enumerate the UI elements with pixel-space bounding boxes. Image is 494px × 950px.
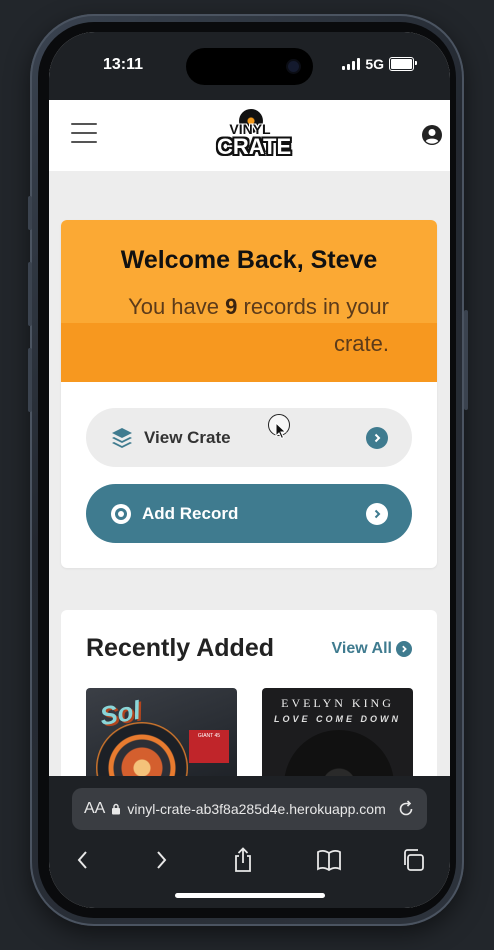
vinyl-crate-logo[interactable]: VINYL CRATE (217, 107, 292, 163)
view-all-link[interactable]: View All (332, 640, 412, 658)
hamburger-menu-icon[interactable] (71, 123, 97, 145)
home-indicator (175, 893, 325, 898)
record-disc-icon (111, 503, 131, 524)
volume-down-button (28, 348, 32, 412)
forward-button[interactable] (147, 846, 175, 874)
welcome-text-prefix: You have (128, 294, 226, 319)
mouse-pointer-icon (275, 422, 287, 440)
camera-icon (288, 61, 299, 72)
view-crate-label: View Crate (144, 427, 231, 447)
welcome-message: You have 9 records in your crate. (101, 288, 389, 362)
network-label: 5G (365, 56, 384, 72)
view-crate-button[interactable]: View Crate (86, 408, 412, 467)
add-record-button[interactable]: Add Record (86, 484, 412, 543)
power-button (464, 310, 468, 410)
status-bar: 13:11 5G (49, 32, 450, 100)
back-button[interactable] (69, 846, 97, 874)
battery-icon (389, 57, 417, 71)
safari-bottom-bar: AA vinyl-crate-ab3f8a285d4e.herokuapp.co… (49, 776, 450, 908)
chevron-right-icon (366, 502, 388, 525)
tabs-icon (404, 849, 424, 871)
welcome-card: Welcome Back, Steve You have 9 records i… (61, 220, 437, 568)
share-button[interactable] (229, 846, 257, 874)
section-title: Recently Added (86, 634, 275, 662)
phone-screen: 13:11 5G VINYL CRATE Welcome Back, Steve… (49, 32, 450, 908)
chevron-left-icon (77, 851, 87, 869)
album-sticker: GIANT 45 (189, 730, 229, 763)
volume-up-button (28, 262, 32, 326)
album-artist: EVELYN KING (281, 696, 394, 710)
record-count: 9 (225, 294, 238, 319)
chevron-right-icon (366, 426, 388, 449)
lock-icon (112, 803, 121, 815)
book-icon (317, 850, 341, 871)
signal-icon (342, 58, 361, 70)
reader-settings-button[interactable]: AA (84, 800, 105, 818)
add-record-label: Add Record (142, 503, 239, 523)
account-icon[interactable] (422, 125, 442, 145)
status-time: 13:11 (103, 56, 144, 73)
view-all-label: View All (331, 640, 392, 657)
url-text: vinyl-crate-ab3f8a285d4e.herokuapp.com (127, 801, 386, 817)
chevron-right-icon (396, 641, 412, 657)
welcome-title: Welcome Back, Steve (120, 246, 378, 274)
welcome-text-suffix: records in your crate. (237, 294, 389, 356)
status-indicators: 5G (342, 56, 417, 72)
album-title: LOVE COME DOWN (274, 714, 401, 724)
chevron-right-icon (157, 851, 167, 869)
welcome-banner: Welcome Back, Steve You have 9 records i… (61, 220, 437, 382)
reload-icon[interactable] (397, 800, 415, 818)
dynamic-island (186, 48, 313, 85)
silent-switch (28, 196, 32, 230)
logo-word-crate: CRATE (217, 134, 292, 159)
bookmarks-button[interactable] (315, 846, 343, 874)
app-header: VINYL CRATE (49, 100, 450, 171)
address-bar[interactable]: AA vinyl-crate-ab3f8a285d4e.herokuapp.co… (72, 788, 427, 830)
share-icon (235, 847, 251, 872)
layers-icon (112, 427, 132, 448)
tabs-button[interactable] (399, 846, 427, 874)
